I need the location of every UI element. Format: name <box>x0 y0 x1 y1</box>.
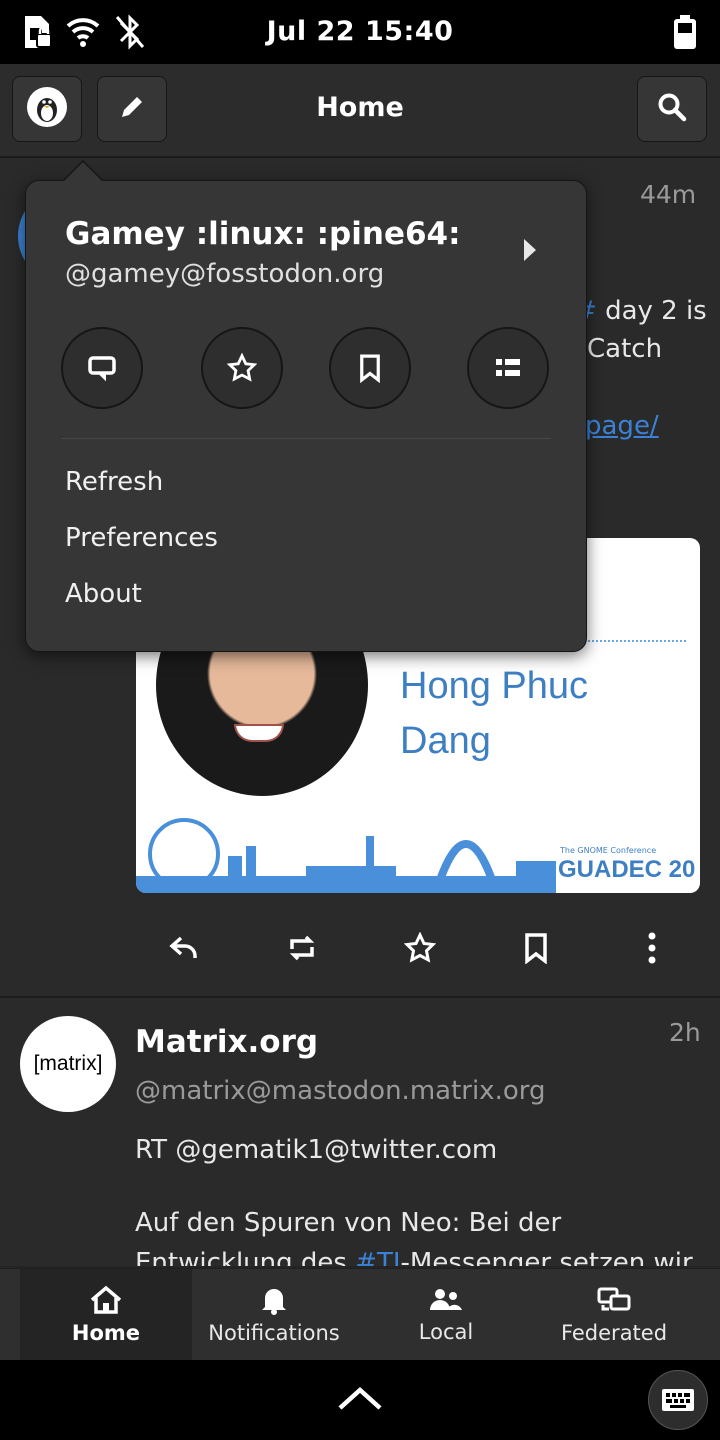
boost-button[interactable] <box>282 928 322 968</box>
post-text-fragment: Catch <box>587 334 663 364</box>
favourites-button[interactable] <box>201 327 283 409</box>
tab-federated[interactable]: Federated <box>530 1269 698 1361</box>
tab-label: Notifications <box>208 1321 340 1345</box>
post-text: RT @gematik1@twitter.com <box>135 1135 498 1165</box>
more-button[interactable] <box>632 928 672 968</box>
menu-item-about[interactable]: About <box>65 579 142 609</box>
account-popover: Gamey :linux: :pine64: @gamey@fosstodon.… <box>25 160 587 652</box>
bookmark-button[interactable] <box>516 928 556 968</box>
post-text: Auf den Spuren von Neo: Bei der <box>135 1208 562 1238</box>
hashtag-link[interactable]: #TI <box>355 1248 400 1266</box>
search-button[interactable] <box>637 76 707 142</box>
tab-label: Home <box>71 1321 141 1345</box>
card-name-line2: Dang <box>400 720 491 762</box>
bell-icon <box>262 1289 286 1315</box>
conversations-button[interactable] <box>61 327 143 409</box>
post-time: 2h <box>669 1018 701 1047</box>
keyboard-toggle-button[interactable] <box>648 1370 708 1430</box>
header-bar: Home <box>0 64 720 158</box>
boost-icon <box>289 935 315 961</box>
system-bar <box>0 1360 720 1440</box>
star-icon <box>404 932 436 963</box>
chat-icon <box>88 356 116 382</box>
list-icon <box>496 359 520 376</box>
post-text-fragment: # day 2 is <box>575 296 707 326</box>
tab-local[interactable]: Local <box>362 1269 530 1361</box>
bookmark-icon <box>360 354 380 383</box>
reply-icon <box>169 936 197 958</box>
keyboard-icon <box>662 1389 694 1411</box>
chevron-right-icon[interactable] <box>524 239 536 261</box>
card-skyline <box>136 806 556 893</box>
favourite-button[interactable] <box>400 928 440 968</box>
post-divider <box>0 996 720 998</box>
post-author[interactable]: Matrix.org <box>135 1024 318 1060</box>
bookmark-icon <box>525 933 547 964</box>
tab-label: Local <box>418 1320 474 1344</box>
people-icon <box>430 1289 462 1310</box>
network-icon <box>597 1287 631 1311</box>
bottom-navigation: Home Notifications Local Federated <box>0 1268 720 1361</box>
tab-home[interactable]: Home <box>20 1269 192 1361</box>
account-name[interactable]: Gamey :linux: :pine64: <box>65 216 461 252</box>
post-handle: @matrix@mastodon.matrix.org <box>135 1076 546 1106</box>
status-bar: Jul 22 15:40 <box>0 0 720 64</box>
popover-arrow <box>64 162 102 181</box>
home-icon <box>90 1285 122 1314</box>
matrix-logo: [matrix] <box>33 1052 103 1075</box>
popover-separator <box>61 438 551 439</box>
card-badge: GUADEC 20 <box>558 856 696 883</box>
menu-item-preferences[interactable]: Preferences <box>65 523 218 553</box>
reply-button[interactable] <box>164 928 204 968</box>
lists-button[interactable] <box>467 327 549 409</box>
bookmarks-button[interactable] <box>329 327 411 409</box>
post-time: 44m <box>640 180 697 209</box>
account-handle[interactable]: @gamey@fosstodon.org <box>65 259 384 289</box>
post-link[interactable]: page/ <box>585 411 659 441</box>
card-name-line1: Hong Phuc <box>400 665 589 707</box>
search-icon <box>657 92 687 126</box>
page-title: Home <box>316 92 404 123</box>
post-avatar[interactable]: [matrix] <box>20 1016 116 1112</box>
card-badge-small: The GNOME Conference <box>560 846 657 855</box>
star-icon <box>227 353 257 382</box>
menu-item-refresh[interactable]: Refresh <box>65 467 163 497</box>
tab-notifications[interactable]: Notifications <box>192 1269 356 1361</box>
post-text: Entwicklung des #TI-Messenger setzen wir <box>135 1248 693 1266</box>
tab-label: Federated <box>560 1321 668 1345</box>
post-actions <box>0 918 720 978</box>
more-icon <box>648 932 656 964</box>
battery-icon <box>672 14 698 54</box>
chevron-up-icon[interactable] <box>336 1384 384 1416</box>
clock: Jul 22 15:40 <box>266 16 454 47</box>
